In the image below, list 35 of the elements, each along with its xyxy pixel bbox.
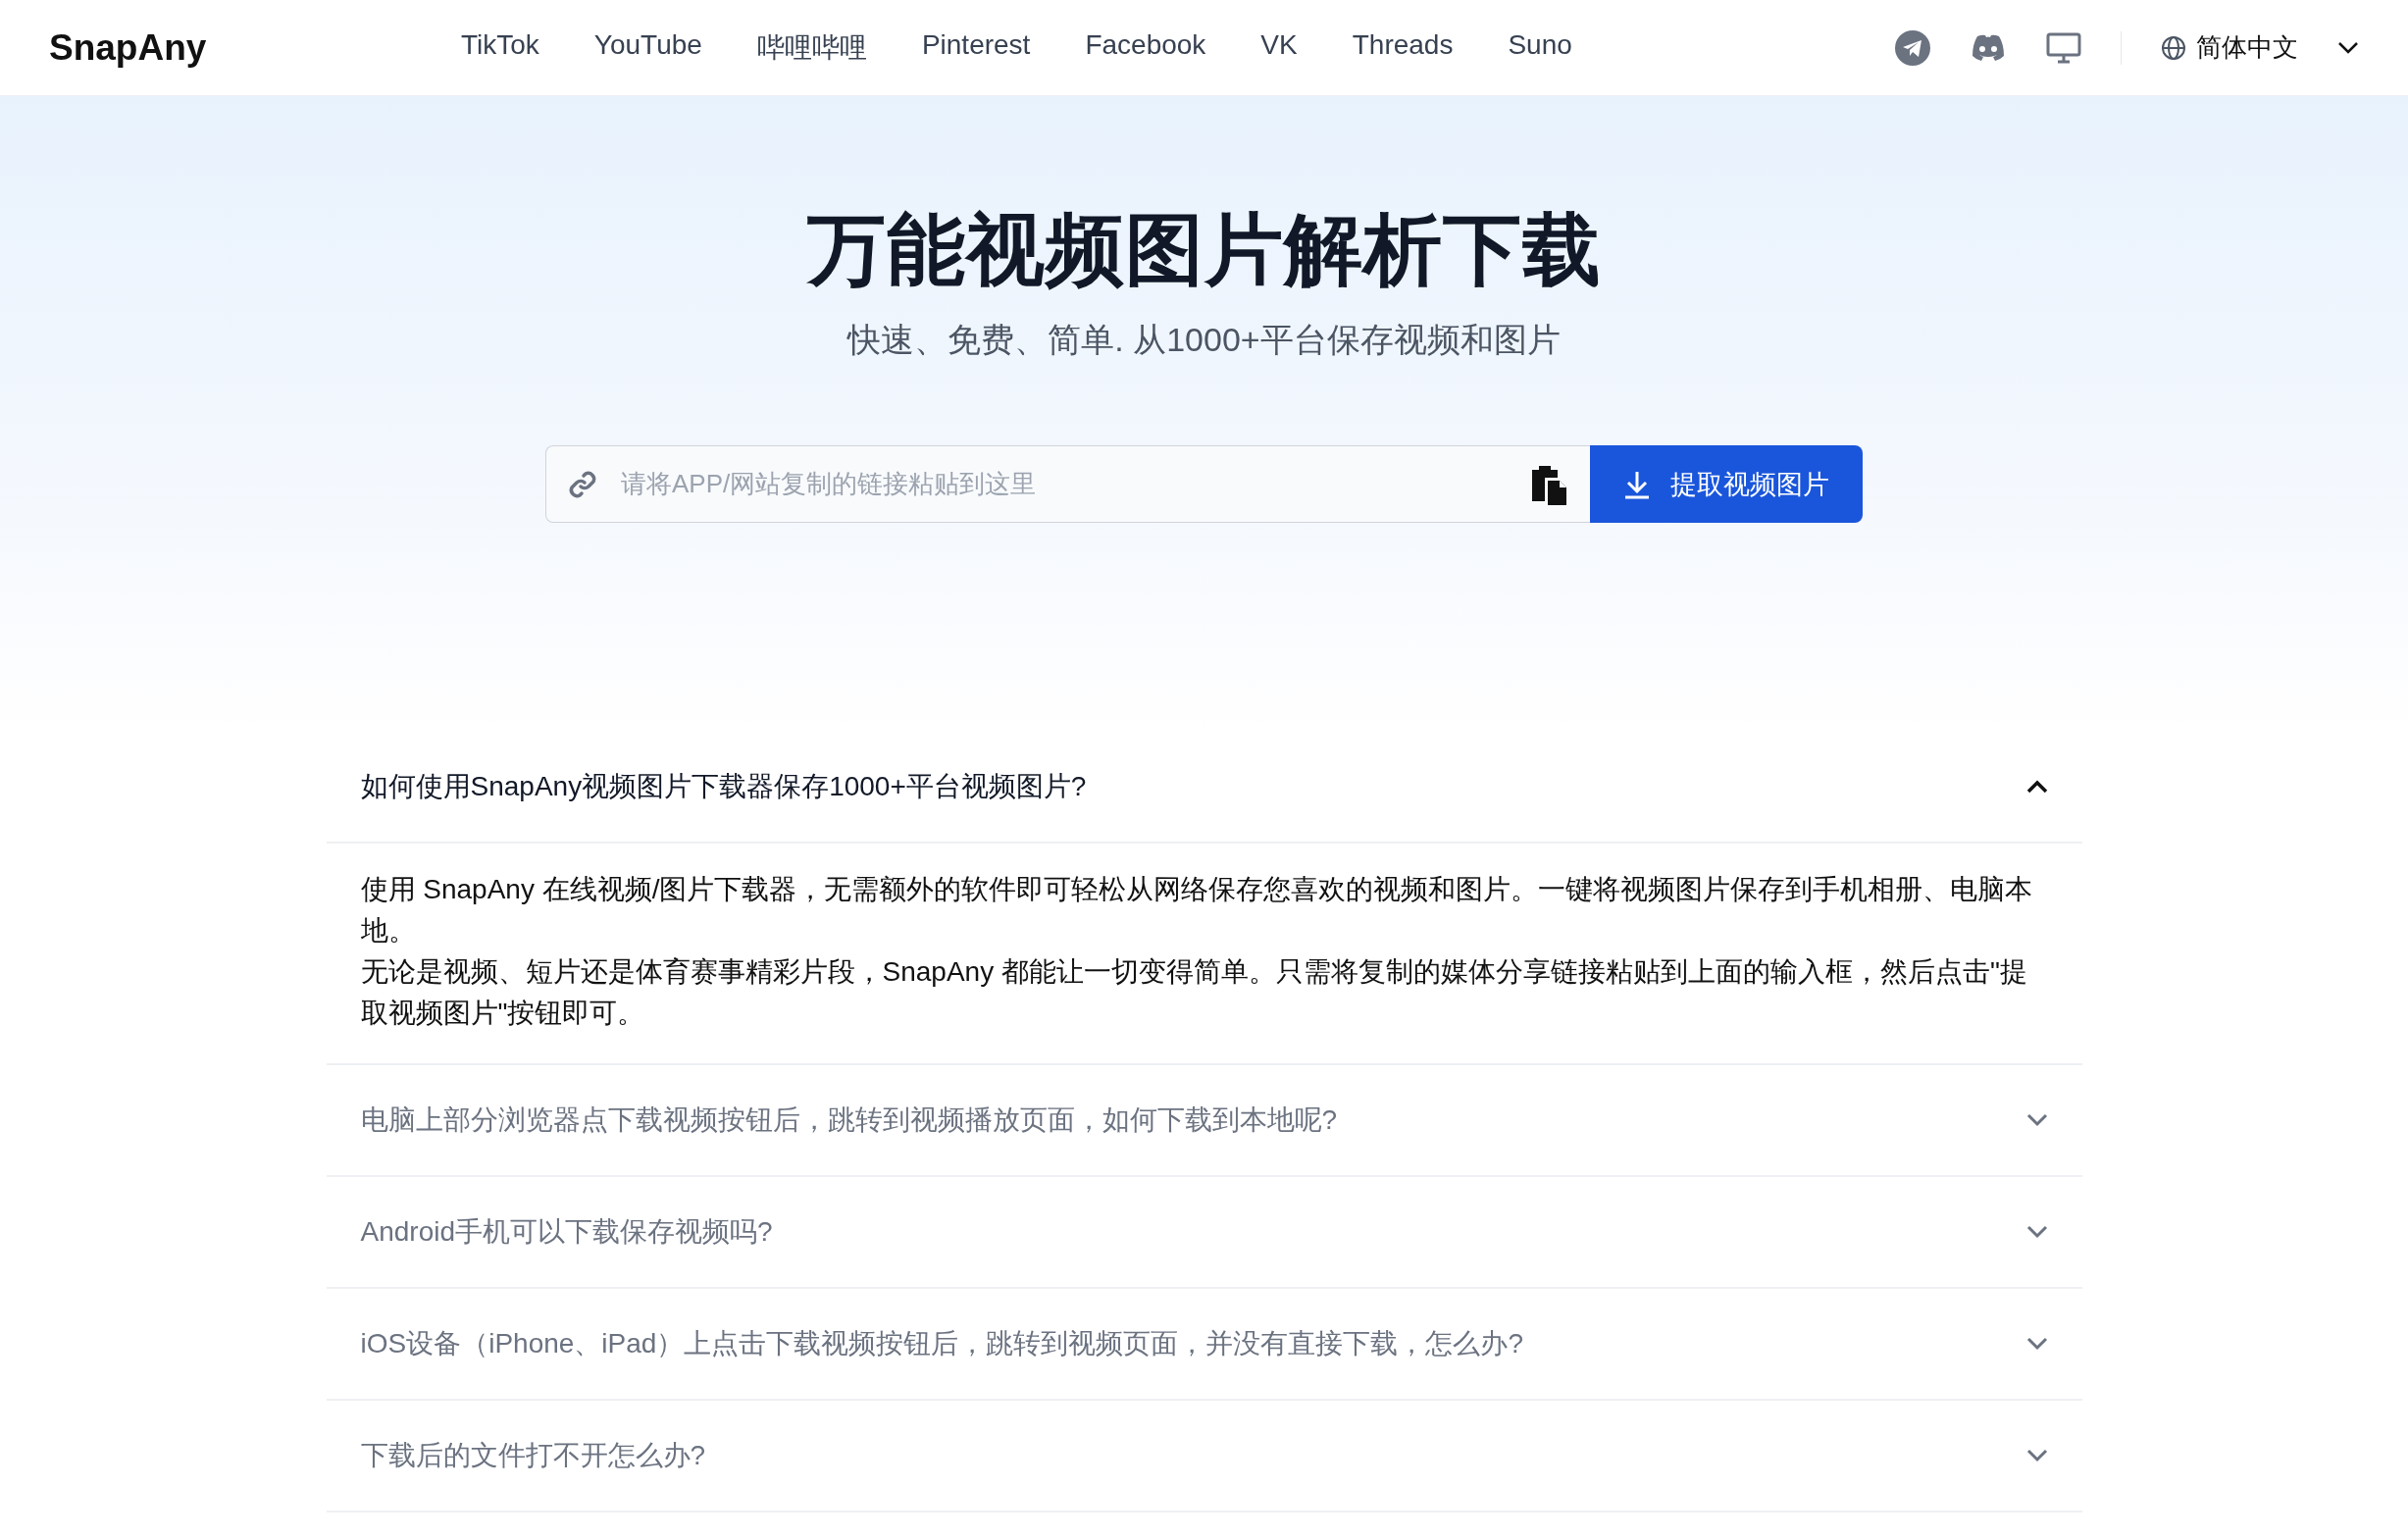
faq-question[interactable]: iOS设备（iPhone、iPad）上点击下载视频按钮后，跳转到视频页面，并没有直接下载，怎么办? bbox=[326, 1289, 2082, 1399]
site-logo[interactable]: SnapAny bbox=[49, 26, 461, 69]
nav-link[interactable]: Threads bbox=[1352, 28, 1454, 67]
nav-link[interactable]: Facebook bbox=[1085, 28, 1206, 67]
chevron-down-icon bbox=[2025, 1337, 2048, 1351]
faq-question[interactable]: 电脑上部分浏览器点下载视频按钮后，跳转到视频播放页面，如何下载到本地呢? bbox=[326, 1065, 2082, 1175]
game-controller-icon[interactable] bbox=[1970, 32, 2007, 63]
faq-question[interactable]: 下载后的文件打不开怎么办? bbox=[326, 1401, 2082, 1511]
chevron-up-icon bbox=[2025, 780, 2048, 794]
monitor-icon[interactable] bbox=[2046, 31, 2081, 64]
chevron-down-icon bbox=[2337, 40, 2359, 55]
nav-link[interactable]: Suno bbox=[1508, 28, 1572, 67]
language-selector[interactable]: 简体中文 bbox=[2161, 30, 2359, 65]
nav-link[interactable]: 哔哩哔哩 bbox=[756, 28, 867, 67]
clipboard-icon[interactable] bbox=[1529, 463, 1568, 505]
link-icon bbox=[568, 469, 597, 499]
nav-link[interactable]: VK bbox=[1260, 28, 1298, 67]
faq-answer: 使用 SnapAny 在线视频/图片下载器，无需额外的软件即可轻松从网络保存您喜欢的视频和图片。一键将视频图片保存到手机相册、电脑本地。 bbox=[360, 873, 2034, 948]
paper-plane-icon[interactable] bbox=[1895, 29, 1930, 66]
page-subtitle: 快速、免费、简单. 从1000+平台保存视频和图片 bbox=[847, 320, 1561, 360]
faq-answer: 无论是视频、短片还是体育赛事精彩片段，SnapAny 都能让一切变得简单。只需将复制的媒体分享链接粘贴到上面的输入框，然后点击"提取视频图片"按钮即可。 bbox=[360, 955, 2028, 1030]
chevron-down-icon bbox=[2025, 1449, 2048, 1462]
extract-button[interactable]: 提取视频图片 bbox=[1590, 445, 1863, 523]
chevron-down-icon bbox=[2025, 1225, 2048, 1239]
download-icon bbox=[1623, 469, 1651, 499]
nav-link[interactable]: Pinterest bbox=[921, 28, 1031, 67]
search-bar[interactable]: 请将APP/网站复制的链接粘贴到这里 bbox=[545, 445, 1590, 523]
chevron-down-icon bbox=[2025, 1113, 2048, 1127]
page-title: 万能视频图片解析下载 bbox=[806, 205, 1602, 295]
faq-question[interactable]: 如何使用SnapAny视频图片下载器保存1000+平台视频图片? bbox=[326, 732, 2082, 842]
globe-icon bbox=[2161, 34, 2186, 61]
faq-question[interactable]: Android手机可以下载保存视频吗? bbox=[326, 1177, 2082, 1287]
nav-link[interactable]: TikTok bbox=[461, 28, 539, 67]
url-input-field[interactable]: 请将APP/网站复制的链接粘贴到这里 bbox=[619, 468, 1508, 500]
nav-link[interactable]: YouTube bbox=[593, 28, 702, 67]
